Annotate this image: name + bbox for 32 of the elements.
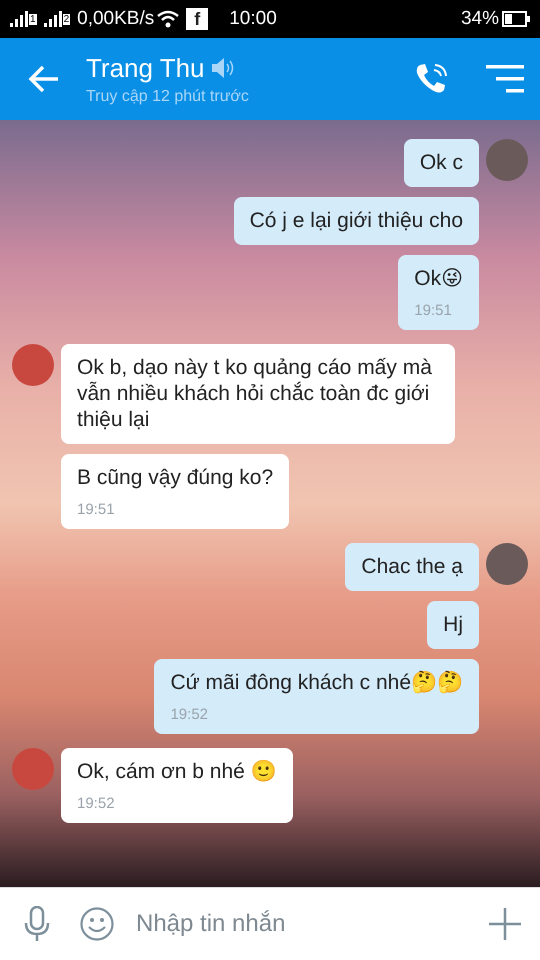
add-icon[interactable] — [488, 907, 522, 941]
clock: 10:00 — [229, 8, 277, 30]
message-text: B cũng vậy đúng ko? — [77, 465, 274, 491]
back-arrow-icon[interactable] — [28, 65, 60, 93]
menu-icon[interactable] — [486, 65, 524, 93]
microphone-icon[interactable] — [24, 906, 50, 942]
speaker-icon — [210, 57, 235, 79]
network-speed: 0,00KB/s — [77, 8, 154, 30]
last-seen-status: Truy cập 12 phút trước — [86, 88, 250, 106]
sim-label: 2 — [62, 14, 70, 24]
message-text: Ok b, dạo này t ko quảng cáo mấy mà vẫn nhiều khách hỏi chắc toàn đc giới thiệu lại — [77, 355, 433, 433]
message-text: Cứ mãi đông khách c nhé🤔🤔 — [170, 670, 463, 696]
battery-icon — [502, 11, 530, 27]
avatar[interactable] — [486, 139, 528, 181]
avatar[interactable] — [12, 344, 54, 386]
message-text: Ok😜 — [414, 266, 463, 292]
message-text: Chac the ạ — [361, 554, 463, 580]
message-text: Hj — [443, 612, 463, 638]
battery-level: 34% — [460, 8, 499, 30]
contact-name: Trang Thu — [86, 52, 205, 84]
message-text: Ok, cám ơn b nhé 🙂 — [77, 759, 277, 785]
emoji-icon[interactable] — [80, 907, 114, 941]
sim-label: 1 — [29, 14, 37, 24]
message-time: 19:52 — [170, 706, 210, 723]
message-time: 19:51 — [77, 501, 116, 518]
message-text: Có j e lại giới thiệu cho — [250, 208, 463, 234]
message-time: 19:51 — [414, 302, 453, 319]
message-text: Ok c — [420, 150, 463, 176]
avatar[interactable] — [486, 543, 528, 585]
message-time: 19:52 — [77, 795, 116, 812]
app-notification-icon: f — [186, 8, 208, 30]
wifi-icon — [157, 10, 180, 28]
